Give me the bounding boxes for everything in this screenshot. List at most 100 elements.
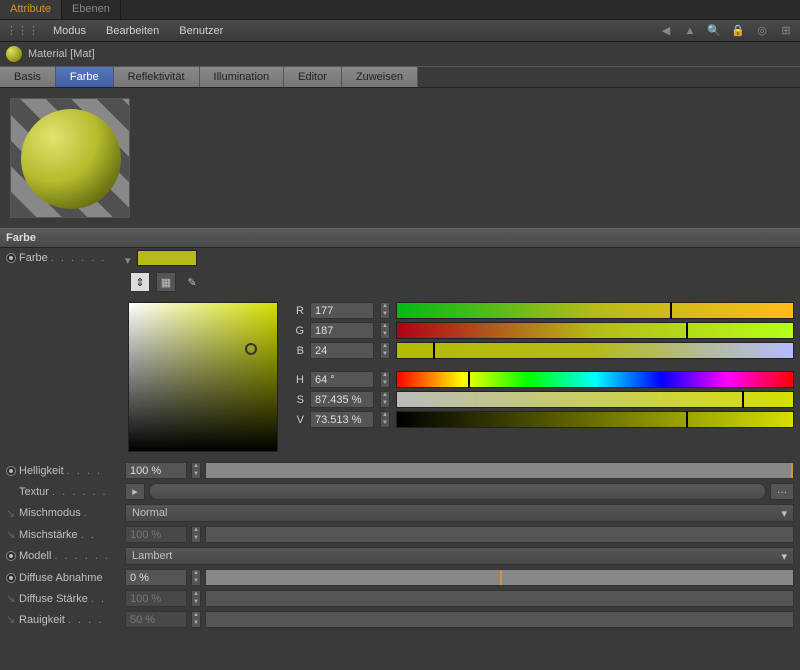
chevron-down-icon: ▾ <box>781 507 787 520</box>
label-textur: Textur <box>19 486 49 498</box>
marker-g <box>686 322 688 339</box>
spinner-diffuse-staerke[interactable]: ▲▼ <box>191 590 201 607</box>
slider-rauigkeit[interactable] <box>205 611 794 628</box>
eyedropper-icon[interactable]: ✎ <box>182 272 202 292</box>
radio-farbe[interactable] <box>6 253 16 263</box>
label-h: H <box>290 374 304 386</box>
tab-attribute[interactable]: Attribute <box>0 0 62 19</box>
row-mischstaerke: ↘Mischstärke. . 100 % ▲▼ <box>0 524 800 545</box>
input-diffuse-staerke[interactable]: 100 % <box>125 590 187 607</box>
radio-helligkeit[interactable] <box>6 466 16 476</box>
spinner-r[interactable]: ▲▼ <box>380 302 390 319</box>
textur-play-icon[interactable]: ▸ <box>125 483 145 500</box>
nav-up-icon[interactable]: ▲ <box>682 23 698 39</box>
dropdown-modell[interactable]: Lambert▾ <box>125 547 794 565</box>
radio-modell[interactable] <box>6 551 16 561</box>
input-b[interactable]: 24 <box>310 342 374 359</box>
sv-picker[interactable] <box>128 302 278 452</box>
input-helligkeit[interactable]: 100 % <box>125 462 187 479</box>
slider-b[interactable] <box>396 342 794 359</box>
material-icon <box>6 46 22 62</box>
slider-diffuse-staerke[interactable] <box>205 590 794 607</box>
input-diffuse-abnahme[interactable]: 0 % <box>125 569 187 586</box>
textur-field[interactable] <box>149 483 766 500</box>
slider-helligkeit[interactable] <box>205 462 794 479</box>
row-textur: Textur. . . . . . ▸ … <box>0 481 800 502</box>
spinner-diffuse-abnahme[interactable]: ▲▼ <box>191 569 201 586</box>
slider-s[interactable] <box>396 391 794 408</box>
label-diffuse-staerke: Diffuse Stärke <box>19 593 88 605</box>
slider-h[interactable] <box>396 371 794 388</box>
label-helligkeit: Helligkeit <box>19 465 64 477</box>
label-r: R <box>290 305 304 317</box>
row-diffuse-staerke: ↘Diffuse Stärke. . 100 % ▲▼ <box>0 588 800 609</box>
lock-icon[interactable]: 🔒 <box>730 23 746 39</box>
marker-s <box>742 391 744 408</box>
spinner-g[interactable]: ▲▼ <box>380 322 390 339</box>
color-swatch[interactable] <box>137 250 197 266</box>
picker-mode-icon[interactable]: ⇕ <box>130 272 150 292</box>
dots: . . . . . . <box>51 252 107 264</box>
grid-icon[interactable]: ⋮⋮⋮ <box>6 24 39 37</box>
swatches-icon[interactable]: ▦ <box>156 272 176 292</box>
slider-g[interactable] <box>396 322 794 339</box>
sv-cursor <box>245 343 257 355</box>
radio-diffuse-abnahme[interactable] <box>6 573 16 583</box>
input-g[interactable]: 187 <box>310 322 374 339</box>
target-icon[interactable]: ◎ <box>754 23 770 39</box>
label-g: G <box>290 325 304 337</box>
spinner-helligkeit[interactable]: ▲▼ <box>191 462 201 479</box>
slider-r[interactable] <box>396 302 794 319</box>
row-rauigkeit: ↘Rauigkeit. . . . 50 % ▲▼ <box>0 609 800 630</box>
textur-browse-button[interactable]: … <box>770 483 794 500</box>
slider-diffuse-abnahme[interactable] <box>205 569 794 586</box>
top-tab-bar: Attribute Ebenen <box>0 0 800 20</box>
subtab-farbe[interactable]: Farbe <box>56 67 114 87</box>
sub-tab-bar: Basis Farbe Reflektivität Illumination E… <box>0 66 800 88</box>
label-diffuse-abnahme: Diffuse Abnahme <box>19 572 103 584</box>
slider-mischstaerke[interactable] <box>205 526 794 543</box>
menu-bearbeiten[interactable]: Bearbeiten <box>100 25 165 37</box>
new-icon[interactable]: ⊞ <box>778 23 794 39</box>
subtab-illum[interactable]: Illumination <box>200 67 285 87</box>
preview-area <box>0 88 800 228</box>
spinner-mischstaerke[interactable]: ▲▼ <box>191 526 201 543</box>
slider-v[interactable] <box>396 411 794 428</box>
subtab-reflekt[interactable]: Reflektivität <box>114 67 200 87</box>
input-h[interactable]: 64 ° <box>310 371 374 388</box>
spinner-v[interactable]: ▲▼ <box>380 411 390 428</box>
section-farbe-header: Farbe <box>0 228 800 248</box>
subtab-basis[interactable]: Basis <box>0 67 56 87</box>
row-mischmodus: ↘Mischmodus. Normal▾ <box>0 502 800 524</box>
chevron-down-icon[interactable]: ▾ <box>125 254 133 262</box>
subtab-zuweisen[interactable]: Zuweisen <box>342 67 418 87</box>
marker-r <box>670 302 672 319</box>
input-rauigkeit[interactable]: 50 % <box>125 611 187 628</box>
channel-sliders: R177▲▼ G187▲▼ B24▲▼ H64 °▲▼ S87.435 %▲▼ … <box>290 302 794 452</box>
preview-sphere <box>21 109 121 209</box>
nav-back-icon[interactable]: ◀ <box>658 23 674 39</box>
spinner-rauigkeit[interactable]: ▲▼ <box>191 611 201 628</box>
material-header: Material [Mat] <box>0 42 800 66</box>
spinner-b[interactable]: ▲▼ <box>380 342 390 359</box>
modell-value: Lambert <box>132 550 172 562</box>
search-icon[interactable]: 🔍 <box>706 23 722 39</box>
input-mischstaerke[interactable]: 100 % <box>125 526 187 543</box>
row-modell: Modell. . . . . . Lambert▾ <box>0 545 800 567</box>
menu-benutzer[interactable]: Benutzer <box>173 25 229 37</box>
spinner-s[interactable]: ▲▼ <box>380 391 390 408</box>
tab-ebenen[interactable]: Ebenen <box>62 0 121 19</box>
input-s[interactable]: 87.435 % <box>310 391 374 408</box>
row-farbe: Farbe . . . . . . ▾ <box>0 248 800 268</box>
menu-modus[interactable]: Modus <box>47 25 92 37</box>
label-modell: Modell <box>19 550 51 562</box>
color-picker-area: R177▲▼ G187▲▼ B24▲▼ H64 °▲▼ S87.435 %▲▼ … <box>0 302 800 460</box>
subtab-editor[interactable]: Editor <box>284 67 342 87</box>
input-r[interactable]: 177 <box>310 302 374 319</box>
input-v[interactable]: 73.513 % <box>310 411 374 428</box>
dropdown-mischmodus[interactable]: Normal▾ <box>125 504 794 522</box>
label-mischstaerke: Mischstärke <box>19 529 78 541</box>
material-preview[interactable] <box>10 98 130 218</box>
spinner-h[interactable]: ▲▼ <box>380 371 390 388</box>
label-s: S <box>290 394 304 406</box>
